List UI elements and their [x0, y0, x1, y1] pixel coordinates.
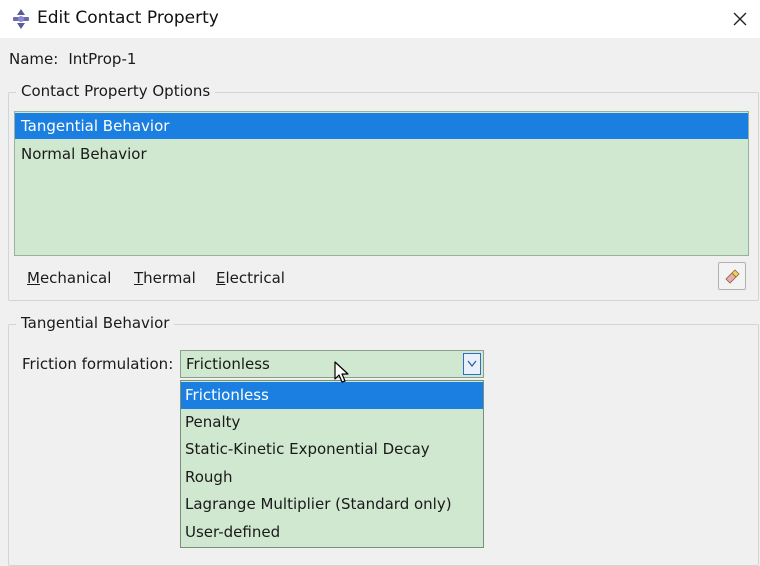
chevron-down-icon	[467, 360, 477, 368]
list-item-tangential-behavior[interactable]: Tangential Behavior	[15, 113, 748, 139]
menu-electrical[interactable]: Electrical	[216, 269, 285, 287]
list-item-normal-behavior[interactable]: Normal Behavior	[15, 141, 748, 167]
eraser-icon	[725, 269, 740, 284]
friction-formulation-label: Friction formulation:	[22, 355, 174, 373]
friction-formulation-dropdown[interactable]: Frictionless Penalty Static-Kinetic Expo…	[180, 380, 484, 548]
options-group-title: Contact Property Options	[16, 82, 216, 100]
dropdown-option-static-kinetic[interactable]: Static-Kinetic Exponential Decay	[181, 436, 483, 463]
menu-mnemonic: T	[134, 269, 144, 287]
dropdown-option-lagrange[interactable]: Lagrange Multiplier (Standard only)	[181, 491, 483, 518]
close-icon	[733, 12, 747, 26]
name-row: Name: IntProp-1	[9, 50, 136, 68]
dropdown-option-penalty[interactable]: Penalty	[181, 409, 483, 436]
menu-label: hermal	[143, 269, 196, 287]
name-value: IntProp-1	[68, 50, 137, 68]
delete-behavior-button[interactable]	[718, 262, 746, 290]
title-bar: Edit Contact Property	[0, 0, 760, 38]
name-label: Name:	[9, 50, 59, 68]
menu-mnemonic: M	[27, 269, 40, 287]
options-list[interactable]: Tangential Behavior Normal Behavior	[14, 111, 749, 256]
close-button[interactable]	[724, 4, 756, 34]
dropdown-option-frictionless[interactable]: Frictionless	[181, 382, 483, 409]
window-title: Edit Contact Property	[37, 8, 219, 28]
menu-label: lectrical	[225, 269, 285, 287]
menu-label: echanical	[39, 269, 112, 287]
dropdown-option-rough[interactable]: Rough	[181, 464, 483, 491]
dropdown-toggle-button[interactable]	[463, 353, 481, 375]
menu-mechanical[interactable]: Mechanical	[27, 269, 111, 287]
abaqus-logo-icon	[10, 8, 32, 30]
friction-formulation-select[interactable]: Frictionless	[180, 350, 484, 378]
menu-thermal[interactable]: Thermal	[134, 269, 196, 287]
friction-formulation-value: Frictionless	[186, 355, 270, 373]
mouse-pointer-icon	[334, 361, 350, 389]
tangential-group-title: Tangential Behavior	[16, 314, 175, 332]
dropdown-option-user-defined[interactable]: User-defined	[181, 519, 483, 546]
